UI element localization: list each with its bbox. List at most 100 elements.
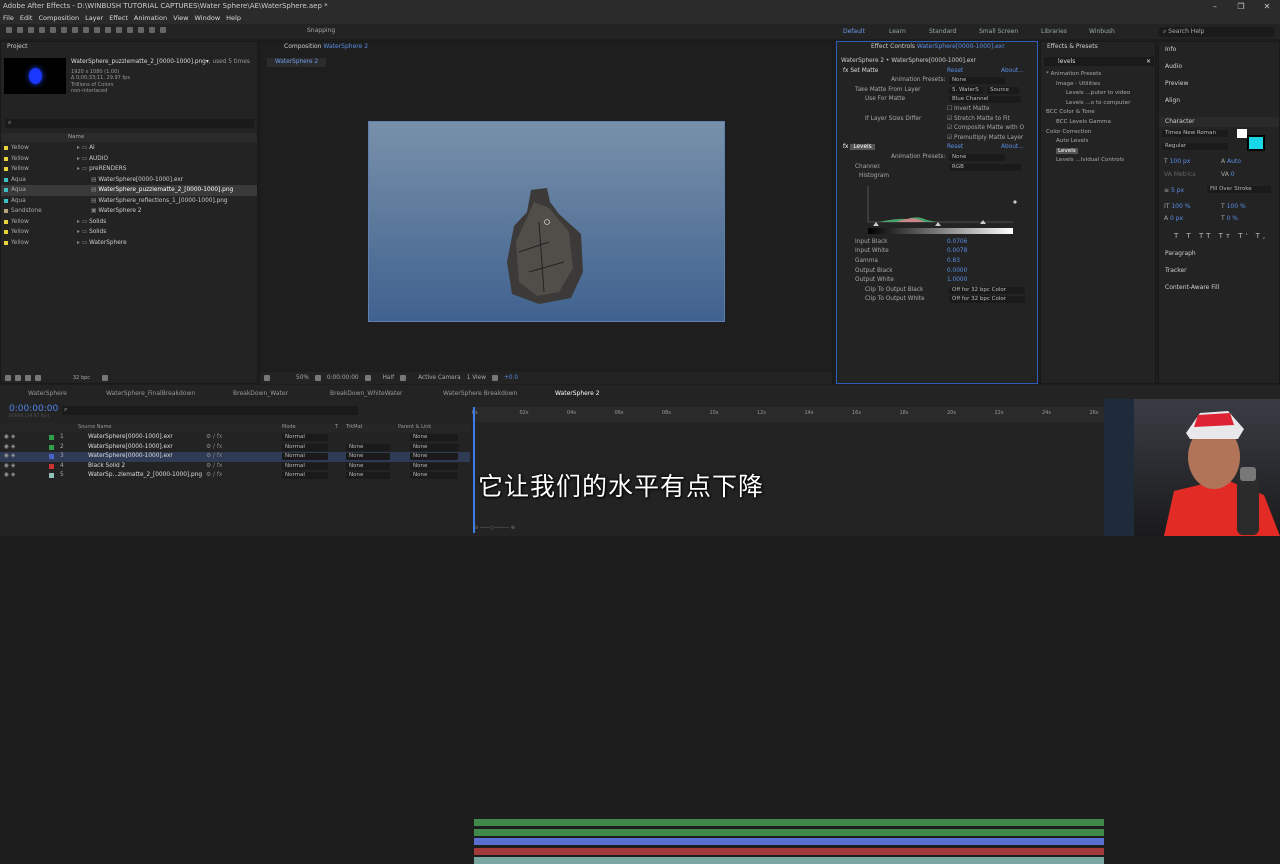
parent-select[interactable]: None	[410, 434, 458, 441]
parent-select[interactable]: None	[410, 443, 458, 451]
visibility-icon[interactable]: ◉ ◈	[4, 471, 15, 481]
stretch-checkbox[interactable]: ☑ Stretch Matte to Fit	[947, 115, 1010, 125]
camera-icon[interactable]	[364, 375, 371, 381]
region-icon[interactable]	[400, 375, 407, 381]
visibility-icon[interactable]: ◉ ◈	[4, 452, 15, 462]
layer-label-color[interactable]	[49, 435, 54, 440]
workspace-standard[interactable]: Standard	[929, 28, 956, 35]
effects-tree-item[interactable]: Levels ...puter to video	[1044, 89, 1156, 99]
panel-content-aware-fill[interactable]: Content-Aware Fill	[1159, 283, 1279, 300]
about-button[interactable]: About...	[1001, 67, 1024, 77]
stroke-width-field[interactable]: ≡ 5 px	[1164, 187, 1184, 194]
minimize-icon[interactable]: –	[1202, 0, 1228, 13]
effects-tree-item[interactable]: Color Correction	[1044, 128, 1156, 138]
timeline-tab[interactable]: WaterSphere 2	[555, 390, 600, 397]
effects-tree-item[interactable]: * Animation Presets	[1044, 70, 1156, 80]
zoom-select[interactable]: 50%	[296, 375, 309, 381]
eraser-tool-icon[interactable]	[138, 27, 144, 33]
font-style-select[interactable]: Regular	[1162, 143, 1228, 150]
reset-button[interactable]: Reset	[947, 143, 963, 153]
layer-duration-bar[interactable]	[474, 819, 1104, 826]
effects-tree-item[interactable]: Levels ...o to computer	[1044, 99, 1156, 109]
timeline-tab[interactable]: WaterSphere_FinalBreakdown	[106, 390, 195, 397]
menu-composition[interactable]: Composition	[38, 13, 79, 24]
blend-mode-select[interactable]: Normal	[282, 462, 328, 470]
comp-panel-header[interactable]: Composition WaterSphere 2	[260, 42, 832, 52]
baseline-field[interactable]: A 0 px	[1164, 215, 1183, 222]
parent-select[interactable]: None	[410, 453, 458, 461]
workspace-default[interactable]: Default	[843, 28, 865, 35]
menu-view[interactable]: View	[173, 13, 188, 24]
orbit-tool-icon[interactable]	[50, 27, 56, 33]
switches-icon[interactable]: ⚙ / fx	[206, 443, 222, 453]
switches-icon[interactable]: ⚙ / fx	[206, 433, 222, 443]
panel-preview[interactable]: Preview	[1159, 79, 1279, 96]
layer-row[interactable]: ◉ ◈ 1 WaterSphere[0000-1000].exr ⚙ / fx Norm…	[0, 433, 470, 443]
kerning-field[interactable]: VA Metrics	[1164, 171, 1196, 178]
project-search-input[interactable]: ⌕	[5, 119, 254, 128]
trkmat-select[interactable]: None	[346, 443, 390, 451]
view-select[interactable]: 1 View	[467, 375, 486, 381]
t-column[interactable]: T	[335, 423, 338, 432]
parent-select[interactable]: None	[410, 472, 458, 480]
effects-presets-title[interactable]: Effects & Presets	[1041, 42, 1155, 52]
clip-white-select[interactable]: Off for 32 bpc Color	[949, 296, 1025, 304]
horizontal-scale-field[interactable]: T 100 %	[1221, 203, 1246, 210]
source-name-column[interactable]: Source Name	[78, 423, 112, 432]
effects-search-input[interactable]: levels ✕	[1044, 57, 1154, 66]
menu-animation[interactable]: Animation	[134, 13, 167, 24]
layer-duration-bar[interactable]	[474, 857, 1104, 864]
invert-matte-checkbox[interactable]: ☐ Invert Matte	[947, 105, 990, 115]
playhead[interactable]	[473, 407, 475, 533]
clone-tool-icon[interactable]	[127, 27, 133, 33]
effect-controls-header[interactable]: Effect Controls WaterSphere[0000-1000].e…	[837, 42, 1037, 52]
layer-select[interactable]: 5. WaterS	[949, 86, 983, 94]
layer-name[interactable]: WaterSphere[0000-1000].exr	[88, 452, 173, 462]
parent-select[interactable]: None	[410, 462, 458, 470]
channel-select[interactable]: RGB	[949, 163, 1021, 171]
panel-info[interactable]: Info	[1159, 45, 1279, 62]
timeline-tab[interactable]: WaterSphere Breakdown	[443, 390, 517, 397]
panel-paragraph[interactable]: Paragraph	[1159, 249, 1279, 266]
project-item[interactable]: Yellow ▸ ▭ AUDIO	[1, 154, 257, 165]
layer-row[interactable]: ◉ ◈ 3 WaterSphere[0000-1000].exr ⚙ / fx Norm…	[0, 452, 470, 462]
effects-tree-item[interactable]: Auto Levels	[1044, 137, 1156, 147]
premultiply-checkbox[interactable]: ☑ Premultiply Matte Layer	[947, 134, 1023, 144]
brush-tool-icon[interactable]	[116, 27, 122, 33]
levels-param-value[interactable]: 1.0000	[947, 276, 967, 286]
trkmat-select[interactable]: None	[346, 462, 390, 470]
grid-icon[interactable]	[314, 375, 321, 381]
effects-tree-item[interactable]: BCC Levels Gamma	[1044, 118, 1156, 128]
adjust-icon[interactable]	[35, 375, 41, 381]
project-item[interactable]: Yellow ▸ ▭ Solids	[1, 217, 257, 228]
menu-effect[interactable]: Effect	[109, 13, 128, 24]
layer-duration-bar[interactable]	[474, 847, 1104, 855]
workspace-small-screen[interactable]: Small Screen	[979, 28, 1018, 35]
snapping-label[interactable]: Snapping	[307, 27, 335, 34]
visibility-icon[interactable]: ◉ ◈	[4, 443, 15, 453]
layer-label-color[interactable]	[49, 444, 54, 450]
levels-param-value[interactable]: 0.0000	[947, 267, 967, 277]
workspace-libraries[interactable]: Libraries	[1041, 28, 1067, 35]
time-ruler[interactable]: 0s02s04s06s08s10s12s14s16s18s20s22s24s26…	[472, 407, 1104, 422]
effects-tree-item[interactable]: Levels	[1044, 147, 1156, 157]
panel-tracker[interactable]: Tracker	[1159, 266, 1279, 283]
about-button[interactable]: About...	[1001, 143, 1024, 153]
timeline-timecode[interactable]: 0:00:00:00	[9, 404, 58, 414]
project-column-header[interactable]: Name	[1, 133, 257, 142]
trkmat-select[interactable]: None	[346, 453, 390, 461]
blend-mode-select[interactable]: Normal	[282, 453, 328, 461]
magnify-icon[interactable]	[264, 375, 270, 381]
trash-icon[interactable]	[102, 375, 109, 381]
layer-name[interactable]: WaterSphere[0000-1000].exr	[88, 443, 173, 453]
font-family-select[interactable]: Times New Roman	[1162, 130, 1228, 137]
levels-param-value[interactable]: 0.0078	[947, 247, 967, 257]
project-item[interactable]: Aqua ▤ WaterSphere_reflections_1_[0000-10…	[1, 196, 257, 207]
workspace-winbush[interactable]: Winbush	[1089, 28, 1115, 35]
project-item[interactable]: Yellow ▸ ▭ preRENDERS	[1, 164, 257, 175]
faux-style-buttons[interactable]: T T TT Tт T' T,	[1174, 232, 1268, 240]
fill-color-swatch[interactable]	[1237, 129, 1247, 138]
visibility-icon[interactable]: ◉ ◈	[4, 462, 15, 472]
type-tool-icon[interactable]	[105, 27, 111, 33]
presets-select[interactable]: None	[949, 77, 1005, 85]
